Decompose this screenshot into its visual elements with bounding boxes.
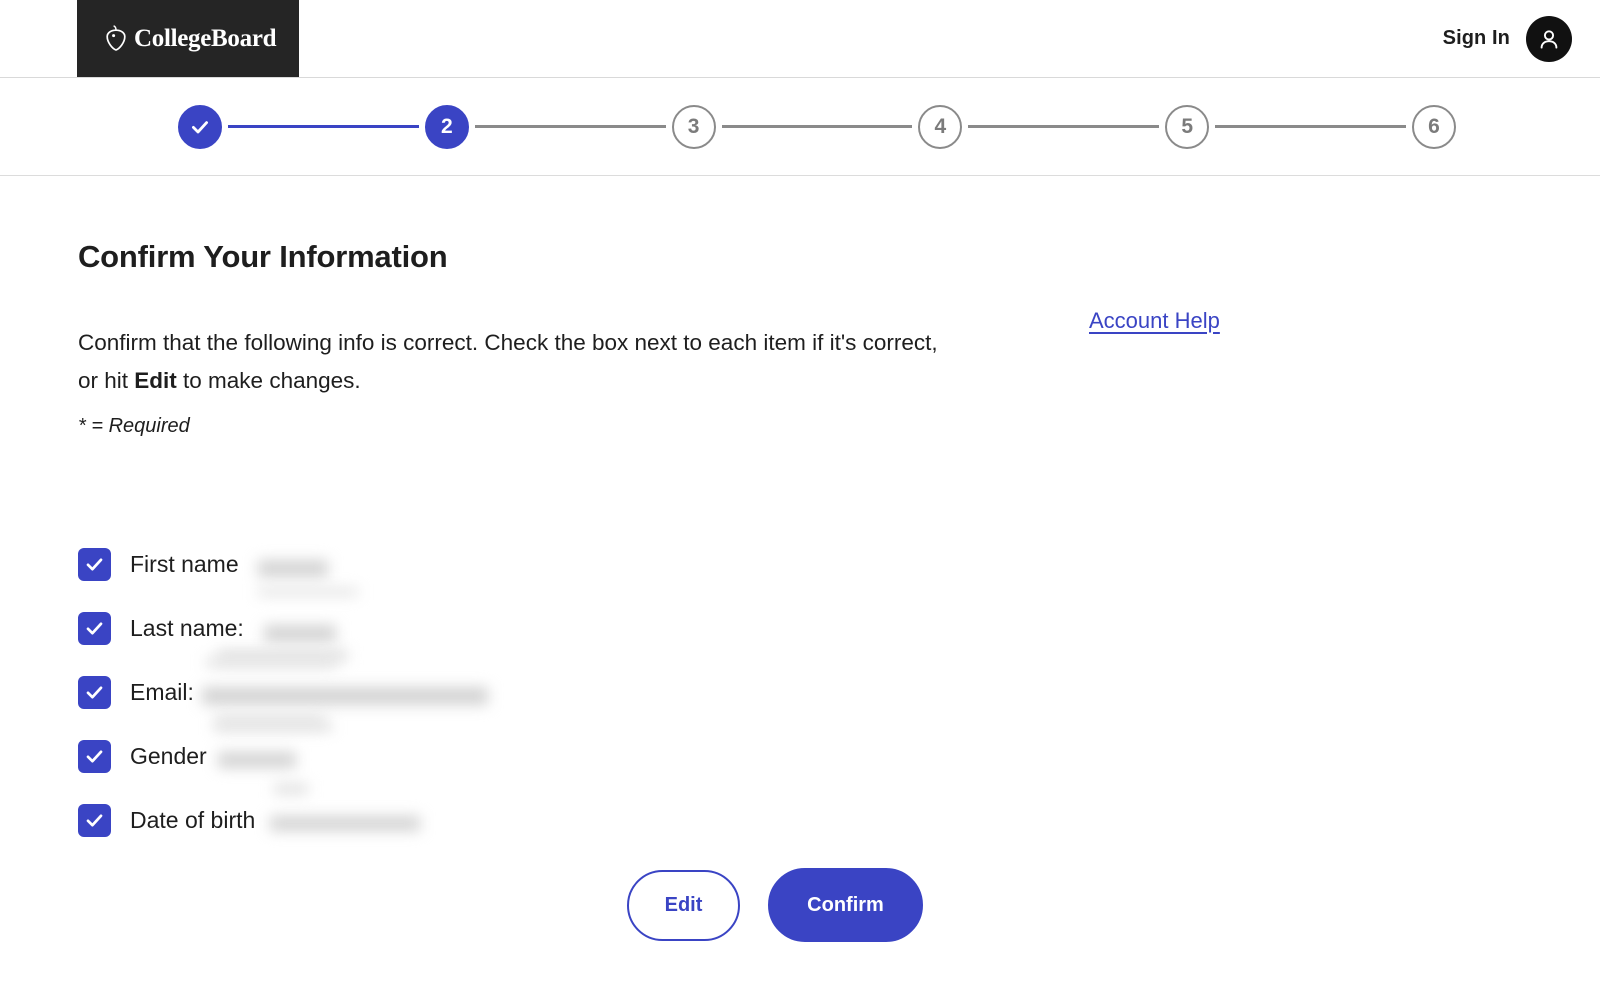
step-1-completed[interactable] xyxy=(178,104,222,149)
step-connector-4-5 xyxy=(968,125,1160,128)
step-connector-5-6 xyxy=(1215,125,1406,128)
step-connector-3-4 xyxy=(721,125,913,128)
progress-stepper-bar: 2 3 4 5 6 xyxy=(0,78,1600,176)
step-3[interactable]: 3 xyxy=(671,104,716,149)
check-icon xyxy=(86,557,103,571)
step-5[interactable]: 5 xyxy=(1165,104,1210,149)
check-icon xyxy=(86,621,103,635)
check-icon xyxy=(192,120,208,133)
redacted-value-email-2 xyxy=(206,658,336,667)
step-6[interactable]: 6 xyxy=(1411,104,1456,149)
redacted-value-date-of-birth xyxy=(270,816,420,831)
redacted-value-gender-2 xyxy=(214,722,332,731)
checkbox-date-of-birth[interactable] xyxy=(78,803,111,837)
user-avatar-icon[interactable] xyxy=(1526,15,1572,62)
step-connector-2-3 xyxy=(474,125,666,128)
intro-edit-emphasis: Edit xyxy=(134,367,177,393)
step-connector-1-2 xyxy=(228,125,419,128)
header-actions: Sign In xyxy=(1443,0,1572,77)
checkbox-last-name[interactable] xyxy=(78,611,111,645)
account-help-link[interactable]: Account Help xyxy=(1089,308,1220,334)
redacted-value-gender xyxy=(218,752,296,768)
checkbox-email[interactable] xyxy=(78,675,111,709)
check-icon xyxy=(86,685,103,699)
edit-button[interactable]: Edit xyxy=(627,869,740,941)
checklist-label-email: Email: xyxy=(130,678,194,705)
confirm-checklist: First name Last name: Email: Gender Date… xyxy=(78,532,778,852)
required-legend: * = Required xyxy=(78,415,190,437)
progress-stepper: 2 3 4 5 6 xyxy=(178,78,1456,175)
checklist-label-last-name: Last name: xyxy=(130,614,244,641)
checklist-label-date-of-birth: Date of birth xyxy=(130,806,256,833)
check-icon xyxy=(86,749,103,763)
intro-text-part2: to make changes. xyxy=(176,367,361,393)
acorn-icon xyxy=(106,24,126,51)
main-content: Confirm Your Information Confirm that th… xyxy=(0,177,1600,1001)
redacted-value-first-name xyxy=(258,560,328,577)
collegeboard-logo[interactable]: CollegeBoard xyxy=(77,0,299,77)
check-icon xyxy=(86,813,103,827)
step-4[interactable]: 4 xyxy=(918,104,963,149)
redacted-value-first-name-2 xyxy=(258,588,358,596)
form-actions: Edit Confirm xyxy=(627,868,923,942)
checklist-row-email[interactable]: Email: xyxy=(78,658,778,725)
checklist-row-date-of-birth[interactable]: Date of birth xyxy=(78,784,778,852)
page-title: Confirm Your Information xyxy=(78,238,448,274)
redacted-value-last-name xyxy=(264,625,336,642)
logo-wordmark: CollegeBoard xyxy=(134,24,277,52)
checklist-row-last-name[interactable]: Last name: xyxy=(78,596,778,661)
checklist-row-gender[interactable]: Gender xyxy=(78,722,778,788)
site-header: CollegeBoard Sign In xyxy=(0,0,1600,78)
checkbox-first-name[interactable] xyxy=(78,547,111,581)
sign-in-link[interactable]: Sign In xyxy=(1443,27,1510,50)
confirm-button[interactable]: Confirm xyxy=(768,868,923,942)
redacted-value-email xyxy=(202,687,488,705)
intro-paragraph: Confirm that the following info is corre… xyxy=(78,324,958,400)
checklist-label-gender: Gender xyxy=(130,742,207,769)
step-2-current[interactable]: 2 xyxy=(424,104,469,149)
checklist-label-first-name: First name xyxy=(130,550,239,577)
checkbox-gender[interactable] xyxy=(78,739,111,773)
checklist-row-first-name[interactable]: First name xyxy=(78,532,778,596)
